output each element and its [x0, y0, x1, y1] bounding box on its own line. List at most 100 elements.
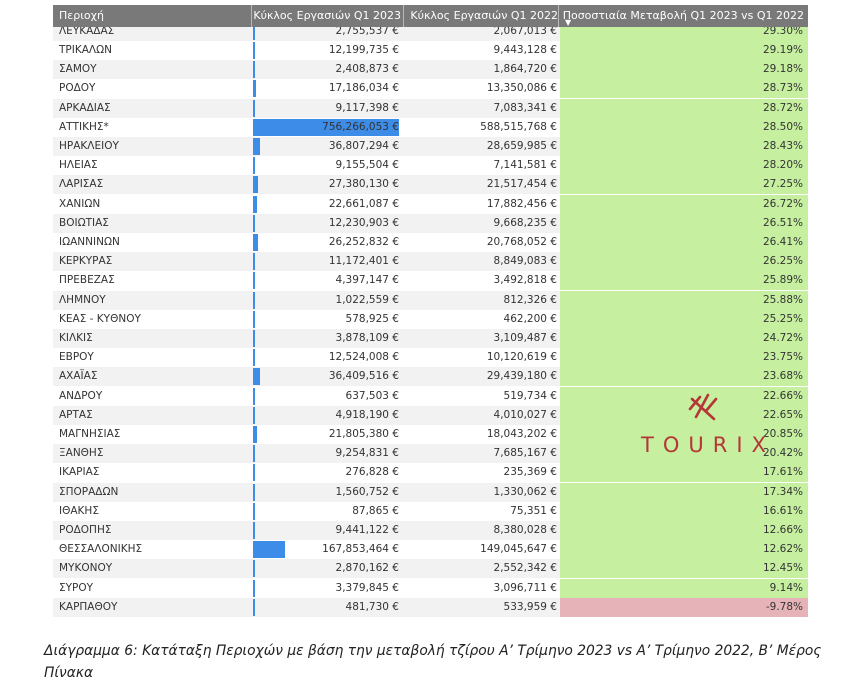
turnover-2022-cell: 17,882,456 € [486, 197, 557, 210]
turnover-2022-cell: 21,517,454 € [486, 178, 557, 191]
change-cell: 25.25% [560, 309, 808, 329]
turnover-2023-cell: 1,022,559 € [335, 293, 399, 306]
table-row: ΣΑΜΟΥ 2,408,873 € 1,864,720 €29.18% [53, 60, 808, 80]
region-cell: ΗΛΕΙΑΣ [59, 159, 98, 172]
data-table: ΛΕΥΚΑΔΑΣ 2,755,537 € 2,067,013 € 29.30% … [53, 5, 808, 619]
turnover-2022-cell: 3,109,487 € [493, 332, 557, 344]
turnover-2023-cell: 276,828 € [345, 466, 399, 479]
turnover-2022-cell: 9,668,235 € [493, 216, 557, 229]
turnover-2022-cell: 2,552,342 € [493, 562, 557, 575]
change-cell: 26.41% [560, 233, 808, 252]
turnover-2023-cell: 9,254,831 € [335, 447, 399, 460]
turnover-2023-cell: 26,252,832 € [328, 236, 399, 248]
region-cell: ΡΟΔΟΥ [59, 82, 96, 95]
table-row: ΚΕΑΣ - ΚΥΘΝΟΥ 578,925 € 462,200 €25.25% [53, 309, 808, 329]
change-cell: 29.18% [560, 60, 808, 80]
turnover-2023-cell: 36,807,294 € [328, 140, 399, 152]
table-row: ΑΧΑΪΑΣ 36,409,516 € 29,439,180 €23.68% [53, 367, 808, 387]
turnover-2023-cell: 9,155,504 € [335, 159, 399, 172]
turnover-2022-cell: 28,659,985 € [486, 140, 557, 152]
turnover-2023-cell: 27,380,130 € [328, 178, 399, 191]
region-cell: ΛΗΜΝΟΥ [59, 293, 106, 306]
turnover-2022-cell: 8,380,028 € [493, 524, 557, 536]
turnover-2022-cell: 7,685,167 € [493, 447, 557, 460]
change-cell: 28.20% [560, 156, 808, 176]
table-body: ΛΕΥΚΑΔΑΣ 2,755,537 € 2,067,013 € 29.30% … [53, 5, 808, 619]
change-cell: 12.62% [560, 540, 808, 560]
turnover-2022-cell: 29,439,180 € [486, 370, 557, 383]
turnover-2023-cell: 637,503 € [345, 389, 399, 402]
table-row: ΗΛΕΙΑΣ 9,155,504 € 7,141,581 €28.20% [53, 156, 808, 176]
turnover-2023-cell: 756,266,053 € [322, 120, 399, 133]
header-divider [251, 5, 252, 27]
region-cell: ΑΡΚΑΔΙΑΣ [59, 101, 111, 114]
table-row: ΛΗΜΝΟΥ 1,022,559 € 812,326 €25.88% [53, 290, 808, 310]
change-cell: 28.72% [560, 98, 808, 118]
table-row: ΡΟΔΟΥ 17,186,034 € 13,350,086 €28.73% [53, 79, 808, 99]
logo-wordmark: TOURIX [641, 433, 775, 457]
region-cell: ΑΤΤΙΚΗΣ* [59, 120, 109, 133]
header-turnover-2023[interactable]: Κύκλος Εργασιών Q1 2023 [253, 5, 401, 27]
table-row: ΚΙΛΚΙΣ 3,878,109 € 3,109,487 €24.72% [53, 329, 808, 348]
turnover-2022-cell: 235,369 € [503, 466, 557, 479]
region-cell: ΙΚΑΡΙΑΣ [59, 466, 100, 479]
table-row: ΣΥΡΟΥ 3,379,845 € 3,096,711 €9.14% [53, 578, 808, 598]
table-row: ΧΑΝΙΩΝ 22,661,087 € 17,882,456 €26.72% [53, 194, 808, 214]
turnover-2023-cell: 12,230,903 € [328, 216, 399, 229]
turnover-2023-cell: 167,853,464 € [322, 543, 399, 556]
change-cell: 28.50% [560, 117, 808, 137]
table-row: ΑΡΚΑΔΙΑΣ 9,117,398 € 7,083,341 €28.72% [53, 98, 808, 118]
tourix-logo: TOURIX [628, 393, 788, 463]
change-cell: 26.72% [560, 194, 808, 214]
table-row: ΙΘΑΚΗΣ 87,865 € 75,351 €16.61% [53, 501, 808, 521]
header-region[interactable]: Περιοχή [59, 5, 249, 27]
turnover-2023-cell: 11,172,401 € [328, 255, 399, 268]
region-cell: ΞΑΝΘΗΣ [59, 447, 104, 460]
turnover-2022-cell: 7,083,341 € [493, 101, 557, 114]
region-cell: ΣΑΜΟΥ [59, 63, 97, 76]
turnover-2023-cell: 9,441,122 € [335, 524, 399, 536]
table-row: ΗΡΑΚΛΕΙΟΥ 36,807,294 € 28,659,985 €28.43% [53, 137, 808, 156]
region-cell: ΚΑΡΠΑΘΟΥ [59, 600, 118, 613]
sort-descending-icon[interactable]: ▼ [565, 19, 571, 27]
change-cell: 29.19% [560, 41, 808, 60]
table-row: ΡΟΔΟΠΗΣ 9,441,122 € 8,380,028 €12.66% [53, 521, 808, 540]
header-change-pct[interactable]: Ποσοστιαία Μεταβολή Q1 2023 vs Q1 2022 [559, 5, 808, 27]
turnover-2022-cell: 8,849,083 € [493, 255, 557, 268]
change-cell: 28.43% [560, 137, 808, 156]
table-header: Περιοχή Κύκλος Εργασιών Q1 2023 Κύκλος Ε… [53, 5, 808, 27]
header-turnover-2022[interactable]: Κύκλος Εργασιών Q1 2022 [405, 5, 558, 27]
region-cell: ΚΕΑΣ - ΚΥΘΝΟΥ [59, 312, 141, 325]
turnover-2022-cell: 812,326 € [503, 293, 557, 306]
region-cell: ΑΧΑΪΑΣ [59, 370, 98, 383]
turnover-2023-cell: 3,379,845 € [335, 581, 399, 594]
turnover-2023-cell: 3,878,109 € [335, 332, 399, 344]
change-cell: 17.34% [560, 482, 808, 502]
region-cell: ΠΡΕΒΕΖΑΣ [59, 274, 115, 287]
region-cell: ΑΡΤΑΣ [59, 408, 93, 421]
table-row: ΣΠΟΡΑΔΩΝ 1,560,752 € 1,330,062 €17.34% [53, 482, 808, 502]
table-row: ΒΟΙΩΤΙΑΣ 12,230,903 € 9,668,235 €26.51% [53, 213, 808, 233]
header-divider [403, 5, 404, 27]
change-cell: 26.51% [560, 213, 808, 233]
region-cell: ΣΠΟΡΑΔΩΝ [59, 485, 119, 498]
turnover-2023-cell: 9,117,398 € [335, 101, 399, 114]
turnover-2022-cell: 75,351 € [510, 504, 557, 517]
change-cell: 17.61% [560, 463, 808, 483]
turnover-2023-cell: 87,865 € [352, 504, 399, 517]
turnover-2022-cell: 10,120,619 € [486, 351, 557, 364]
region-cell: ΘΕΣΣΑΛΟΝΙΚΗΣ [59, 543, 143, 556]
region-cell: ΧΑΝΙΩΝ [59, 197, 101, 210]
change-cell: 9.14% [560, 578, 808, 598]
turnover-2023-cell: 17,186,034 € [328, 82, 399, 95]
turnover-2022-cell: 20,768,052 € [486, 236, 557, 248]
change-cell: 26.25% [560, 252, 808, 272]
region-cell: ΒΟΙΩΤΙΑΣ [59, 216, 109, 229]
tourix-mark-icon [688, 393, 718, 421]
change-cell: 25.88% [560, 290, 808, 310]
table-row: ΚΑΡΠΑΘΟΥ 481,730 € 533,959 € -9.78% [53, 597, 808, 617]
turnover-2023-cell: 2,870,162 € [335, 562, 399, 575]
turnover-2023-cell: 12,524,008 € [328, 351, 399, 364]
region-cell: ΚΙΛΚΙΣ [59, 332, 93, 344]
table-row: ΙΚΑΡΙΑΣ 276,828 € 235,369 €17.61% [53, 463, 808, 483]
